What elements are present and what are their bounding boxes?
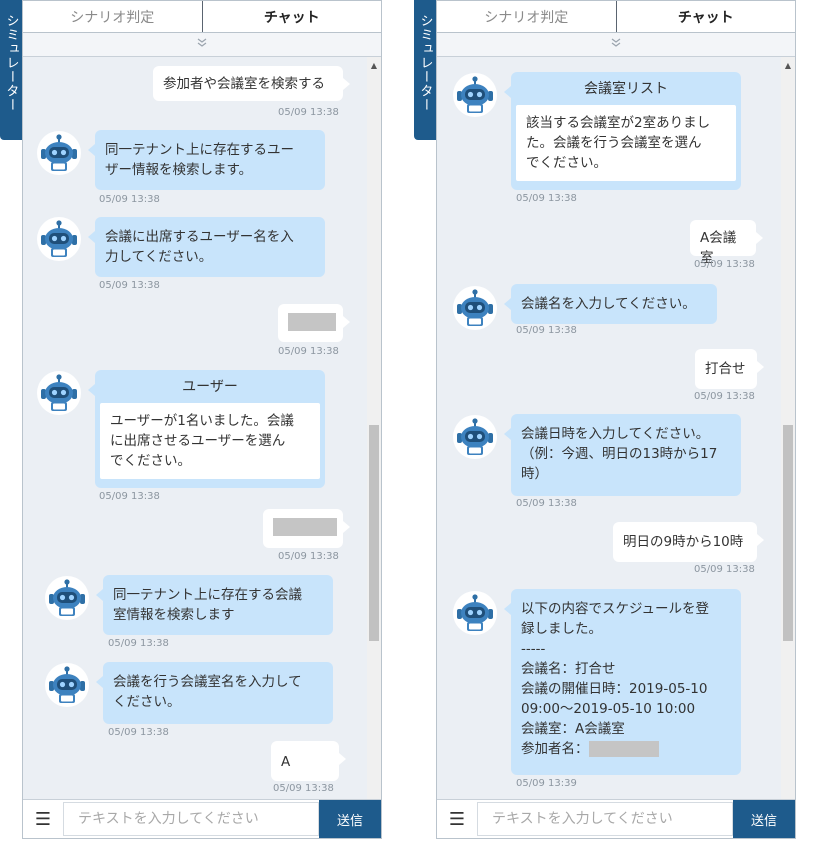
bot-message: 同一テナント上に存在する会議 室情報を検索します [96,575,333,635]
chevron-double-down-icon [196,38,208,51]
timestamp: 05/09 13:39 [516,778,577,789]
chevron-double-down-icon [610,38,622,51]
bot-card-message: 会議室リスト 該当する会議室が2室ありまし た。会議を行う会議室を選ん でくださ… [504,72,741,190]
user-message: 明日の9時から10時 [613,522,764,562]
timestamp: 05/09 13:38 [99,280,160,291]
bot-avatar-icon [45,663,89,707]
timestamp: 05/09 13:38 [99,491,160,502]
bot-avatar-icon [453,73,497,117]
timestamp: 05/09 13:38 [99,194,160,205]
tab-chat[interactable]: チャット [617,1,796,32]
tab-bar: シナリオ判定 チャット [437,1,795,33]
message-text: 会議名を入力してください。 [521,296,696,312]
scroll-thumb[interactable] [369,425,379,641]
message-text: 打合せ [705,361,746,377]
scroll-up-arrow-icon[interactable]: ▲ [367,61,381,70]
user-message [278,304,350,342]
redacted-user-name [273,518,337,536]
bot-message: 会議を行う会議室名を入力して ください。 [96,662,333,724]
bot-avatar-icon [37,131,81,175]
timestamp: 05/09 13:38 [694,564,755,575]
timestamp: 05/09 13:38 [108,638,169,649]
chat-input-bar: ☰ 送信 [437,799,795,838]
timestamp: 05/09 13:38 [516,193,577,204]
send-button[interactable]: 送信 [319,800,381,838]
bot-card-message: ユーザー ユーザーが1名いました。会議 に出席させるユーザーを選ん でください。 [88,370,325,488]
user-message [263,509,350,548]
message-input[interactable] [477,802,733,836]
timestamp: 05/09 13:38 [278,551,339,562]
tab-chat[interactable]: チャット [203,1,382,32]
timestamp: 05/09 13:38 [516,325,577,336]
timestamp: 05/09 13:38 [694,391,755,402]
timestamp: 05/09 13:38 [273,783,334,794]
bot-avatar-icon [37,217,81,261]
timestamp: 05/09 13:38 [278,107,339,118]
chat-scrollbar[interactable]: ▲ [781,57,795,799]
chat-frame: シナリオ判定 チャット 参加者や会議室を検索する 05/09 13:38 同一テ… [22,0,382,839]
chat-input-bar: ☰ 送信 [23,799,381,838]
redacted-participant-name [588,741,659,757]
tab-scenario[interactable]: シナリオ判定 [437,1,617,32]
left-simulator-panel: シミュレーター シナリオ判定 チャット 参加者や会議室を検索する 05/09 1… [0,0,382,839]
chat-scrollbar[interactable]: ▲ [367,57,381,799]
user-message: A [271,741,346,781]
timestamp: 05/09 13:38 [694,259,755,270]
card-title: 会議室リスト [584,81,668,97]
message-text: 明日の9時から10時 [623,534,744,550]
send-button[interactable]: 送信 [733,800,795,838]
bot-avatar-icon [45,576,89,620]
menu-icon[interactable]: ☰ [23,800,63,838]
card-body: ユーザーが1名いました。会議 に出席させるユーザーを選ん でください。 [100,403,320,479]
message-text: A [281,754,291,770]
bot-message: 以下の内容でスケジュールを登 録しました。 ----- 会議名：打合せ 会議の開… [504,589,741,775]
chat-frame: シナリオ判定 チャット 会議室リスト 該当する会議室が2室ありまし た。会議を行… [436,0,796,839]
bot-message: 会議に出席するユーザー名を入 力してください。 [88,217,325,277]
chat-log: 会議室リスト 該当する会議室が2室ありまし た。会議を行う会議室を選ん でくださ… [437,57,795,799]
simulator-side-tab[interactable]: シミュレーター [414,0,436,140]
timestamp: 05/09 13:38 [516,498,577,509]
bot-avatar-icon [37,371,81,415]
user-message: 参加者や会議室を検索する [153,66,350,101]
message-text: 参加者や会議室を検索する [163,76,325,92]
user-message: 打合せ [695,349,764,389]
right-simulator-panel: シミュレーター シナリオ判定 チャット 会議室リスト 該当する会議室が2室ありま… [414,0,796,839]
chat-log: 参加者や会議室を検索する 05/09 13:38 同一テナント上に存在するユー … [23,57,381,799]
card-body: 該当する会議室が2室ありまし た。会議を行う会議室を選ん でください。 [516,105,736,181]
bot-message: 同一テナント上に存在するユー ザー情報を検索します。 [88,130,325,190]
bot-message: 会議日時を入力してください。 （例：今週、明日の13時から17 時） [504,414,741,496]
timestamp: 05/09 13:38 [278,346,339,357]
menu-icon[interactable]: ☰ [437,800,477,838]
tab-scenario[interactable]: シナリオ判定 [23,1,203,32]
redacted-user-name [288,313,336,331]
bot-message: 会議名を入力してください。 [504,284,717,324]
timestamp: 05/09 13:38 [108,727,169,738]
user-message: A会議室 [690,220,763,266]
collapse-toggle[interactable] [23,33,381,57]
tab-bar: シナリオ判定 チャット [23,1,381,33]
collapse-toggle[interactable] [437,33,795,57]
bot-avatar-icon [453,591,497,635]
scroll-thumb[interactable] [783,425,793,641]
simulator-side-tab[interactable]: シミュレーター [0,0,22,140]
bot-avatar-icon [453,415,497,459]
card-title: ユーザー [182,379,238,395]
message-input[interactable] [63,802,319,836]
bot-avatar-icon [453,286,497,330]
scroll-up-arrow-icon[interactable]: ▲ [781,61,795,70]
